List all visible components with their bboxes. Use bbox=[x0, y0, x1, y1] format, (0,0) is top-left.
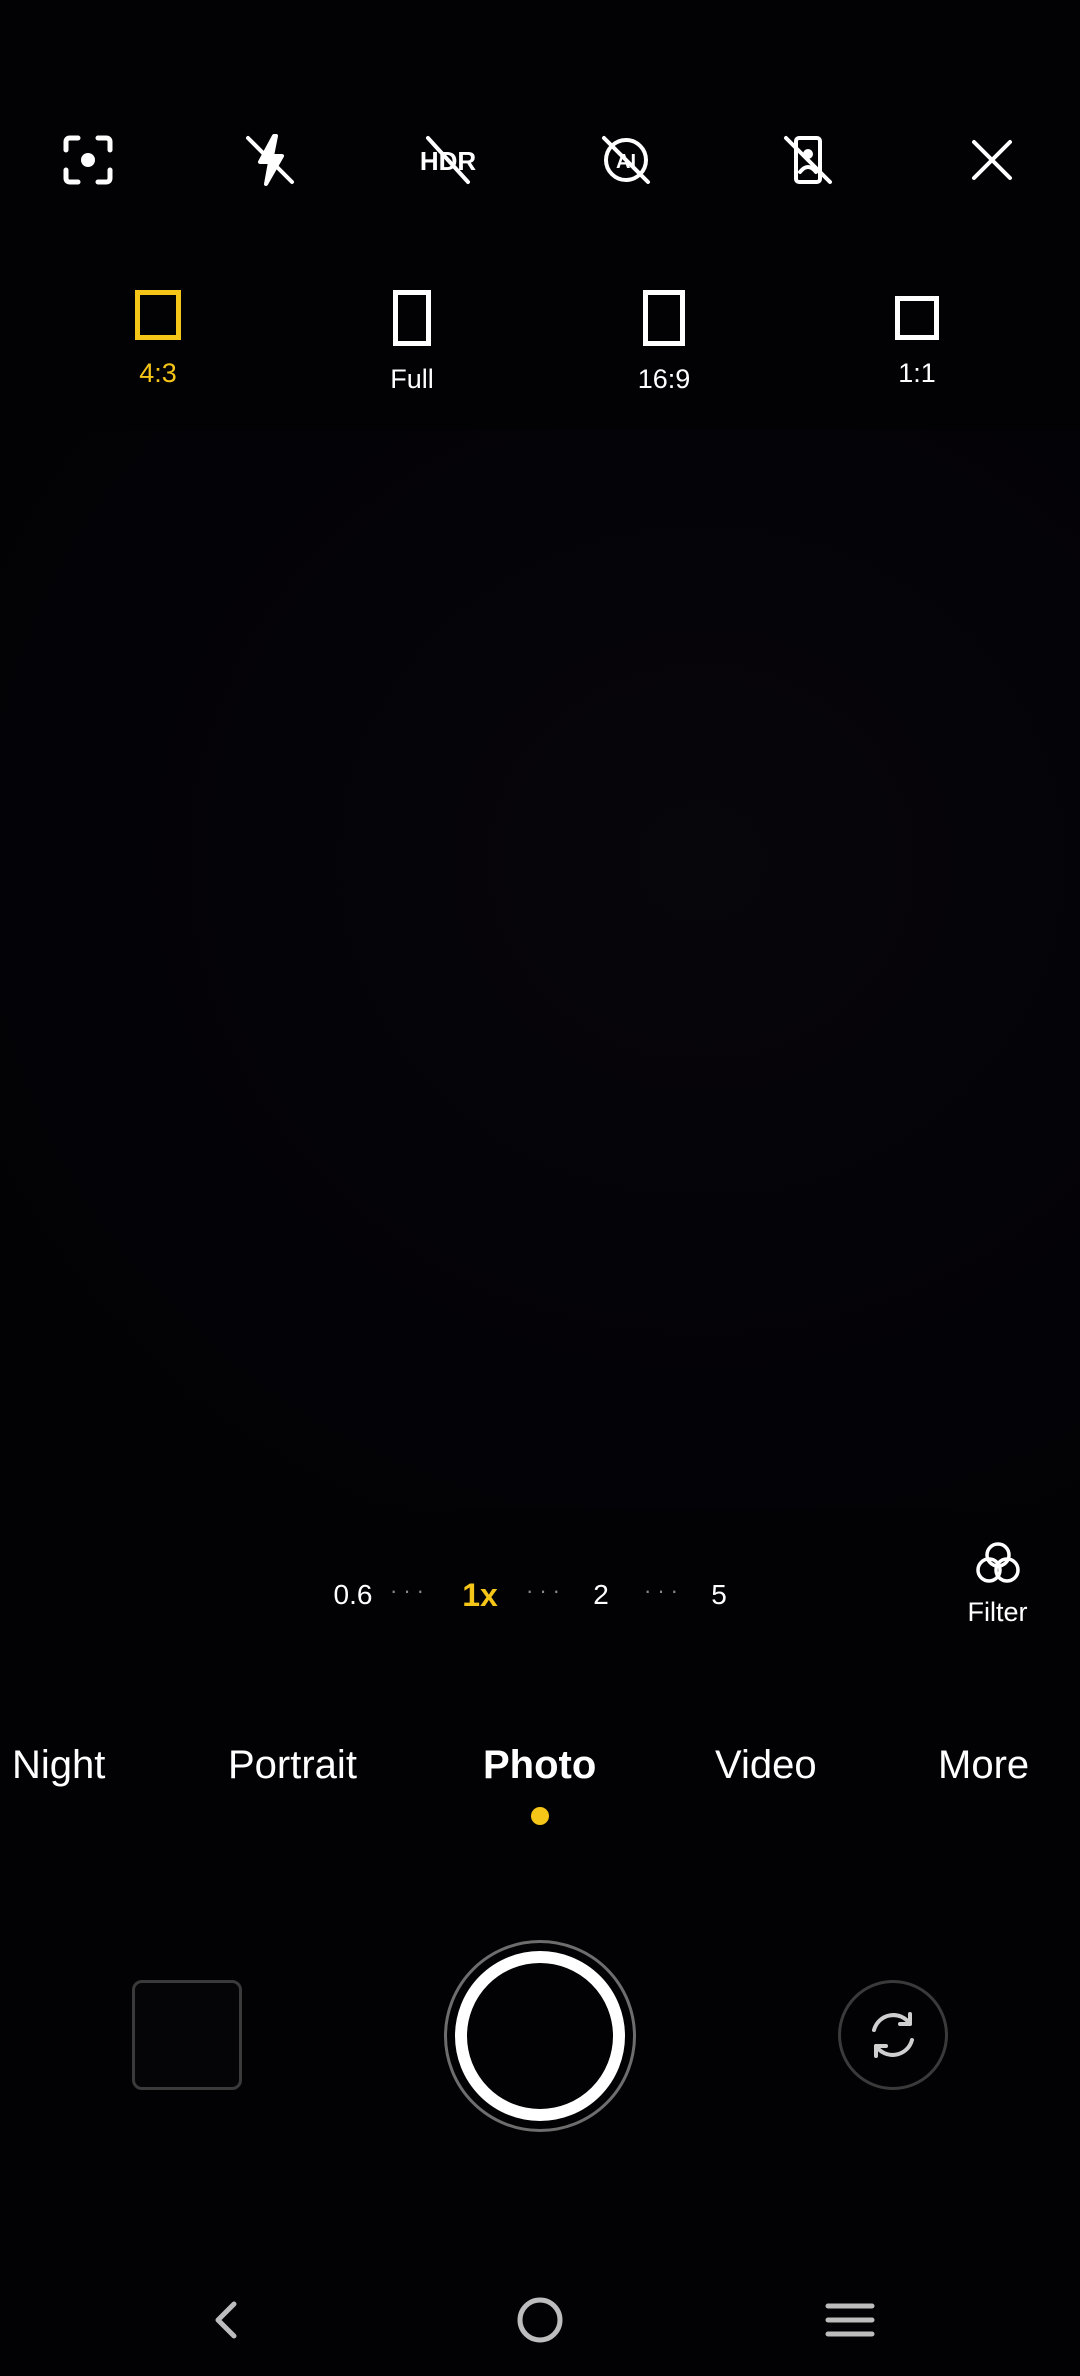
zoom-level-2[interactable]: 2 bbox=[588, 1560, 614, 1630]
ratio-label: 4:3 bbox=[139, 358, 177, 388]
close-icon bbox=[972, 140, 1012, 180]
home-icon bbox=[517, 2297, 563, 2343]
mode-selector: Night Portrait Photo Video More bbox=[0, 1730, 1080, 1800]
focus-scan-icon bbox=[63, 135, 113, 185]
zoom-level-0-6[interactable]: 0.6 bbox=[328, 1560, 378, 1630]
ratio-16-9-icon bbox=[643, 290, 685, 346]
top-toolbar: HDR AI bbox=[0, 110, 1080, 210]
filter-button[interactable]: Filter bbox=[950, 1535, 1045, 1655]
ratio-4-3-icon bbox=[135, 290, 181, 340]
portrait-off-icon bbox=[784, 136, 832, 184]
home-button[interactable] bbox=[490, 2270, 590, 2370]
back-icon bbox=[215, 2301, 237, 2339]
ratio-label: 16:9 bbox=[637, 364, 691, 394]
ratio-option-full[interactable]: Full bbox=[332, 290, 492, 410]
zoom-dots: ··· bbox=[644, 1578, 684, 1603]
ratio-option-4-3[interactable]: 4:3 bbox=[78, 290, 238, 410]
shutter-button[interactable] bbox=[444, 1940, 636, 2132]
mode-more[interactable]: More bbox=[938, 1730, 1029, 1800]
mode-photo[interactable]: Photo bbox=[483, 1730, 596, 1800]
ratio-full-icon bbox=[393, 290, 431, 346]
filter-icon bbox=[975, 1542, 1020, 1583]
recents-icon bbox=[825, 2303, 875, 2337]
zoom-selector: 0.6 ··· 1x ··· 2 ··· 5 bbox=[300, 1560, 760, 1630]
zoom-level-5[interactable]: 5 bbox=[706, 1560, 732, 1630]
shutter-ring bbox=[455, 1951, 625, 2121]
filter-label: Filter bbox=[967, 1597, 1028, 1627]
active-mode-indicator bbox=[531, 1807, 549, 1825]
viewfinder[interactable] bbox=[0, 430, 1080, 1510]
gallery-thumbnail[interactable] bbox=[132, 1980, 242, 2090]
mode-video[interactable]: Video bbox=[715, 1730, 817, 1800]
ratio-1-1-icon bbox=[895, 296, 939, 340]
recents-button[interactable] bbox=[800, 2270, 900, 2370]
mode-night[interactable]: Night bbox=[12, 1730, 105, 1800]
aspect-ratio-selector: 4:3 Full 16:9 1:1 bbox=[0, 290, 1080, 410]
zoom-level-1x[interactable]: 1x bbox=[450, 1560, 510, 1630]
back-button[interactable] bbox=[178, 2270, 278, 2370]
zoom-dots: ··· bbox=[526, 1578, 566, 1603]
ai-off-icon: AI bbox=[602, 136, 650, 184]
focus-scan-button[interactable] bbox=[38, 110, 138, 210]
ratio-label: Full bbox=[390, 364, 434, 394]
flash-off-icon bbox=[246, 134, 294, 186]
close-button[interactable] bbox=[942, 110, 1042, 210]
camera-screen: HDR AI bbox=[0, 0, 1080, 2376]
switch-camera-button[interactable] bbox=[838, 1980, 948, 2090]
hdr-button[interactable]: HDR bbox=[398, 110, 498, 210]
ratio-option-16-9[interactable]: 16:9 bbox=[584, 290, 744, 410]
ratio-option-1-1[interactable]: 1:1 bbox=[837, 290, 997, 410]
switch-camera-icon bbox=[872, 2012, 914, 2058]
zoom-dots: ··· bbox=[390, 1578, 430, 1603]
flash-button[interactable] bbox=[220, 110, 320, 210]
portrait-effect-button[interactable] bbox=[758, 110, 858, 210]
ai-scene-button[interactable]: AI bbox=[576, 110, 676, 210]
hdr-off-icon: HDR bbox=[420, 136, 476, 184]
ratio-label: 1:1 bbox=[898, 358, 936, 388]
mode-portrait[interactable]: Portrait bbox=[228, 1730, 357, 1800]
system-nav-bar bbox=[0, 2270, 1080, 2370]
